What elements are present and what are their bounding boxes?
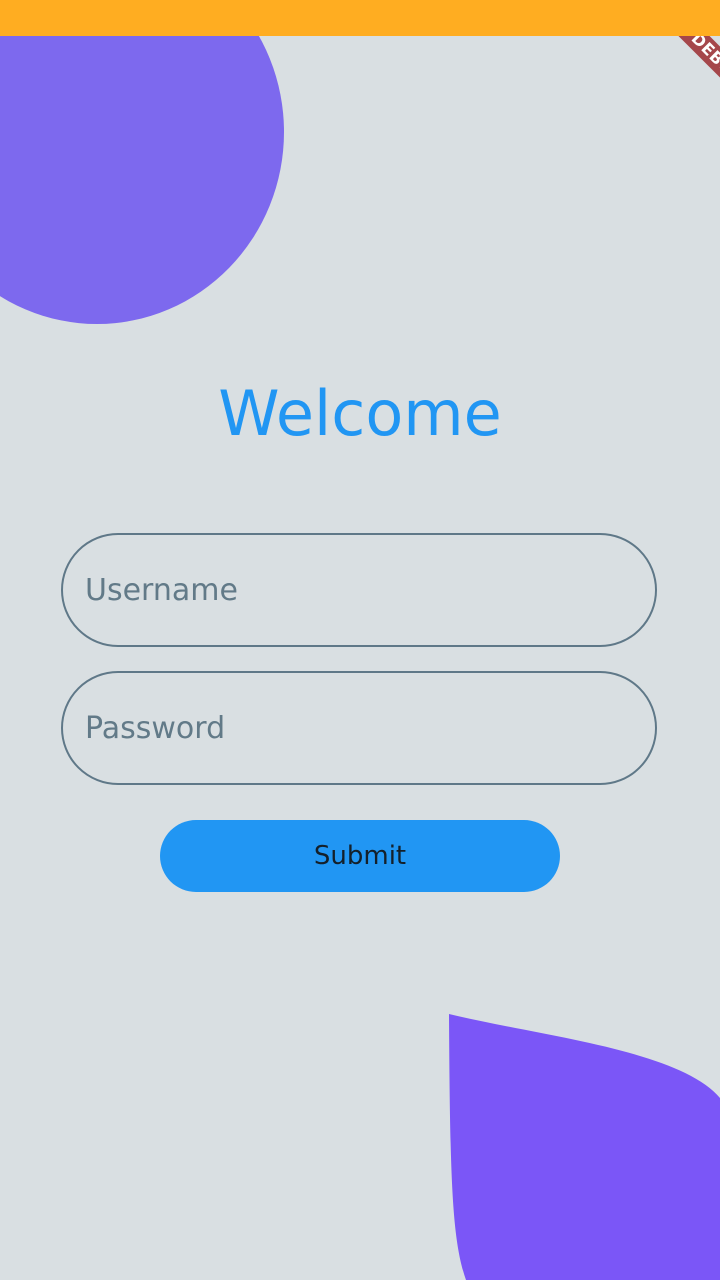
username-field[interactable] <box>61 533 657 647</box>
username-input[interactable] <box>85 535 625 645</box>
password-field[interactable] <box>61 671 657 785</box>
debug-banner: DEBUG <box>630 36 720 126</box>
login-screen: DEBUG Welcome Submit <box>0 0 720 1280</box>
status-bar <box>0 0 720 36</box>
debug-banner-label: DEBUG <box>663 36 720 113</box>
submit-button[interactable]: Submit <box>160 820 560 892</box>
password-input[interactable] <box>85 673 625 783</box>
welcome-title: Welcome <box>218 377 502 450</box>
